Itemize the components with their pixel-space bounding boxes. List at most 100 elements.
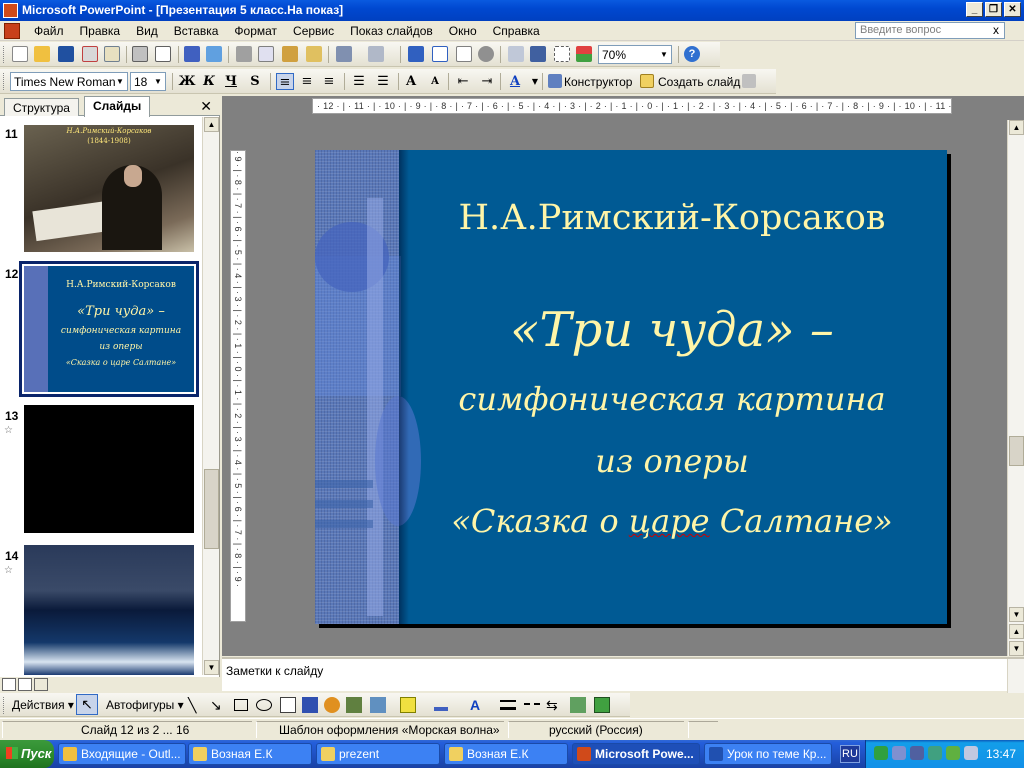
- slide-title[interactable]: Н.А.Римский-Корсаков: [415, 198, 929, 238]
- taskbar-item-word[interactable]: Урок по теме Кр...: [704, 743, 832, 765]
- language-status[interactable]: русский (Россия): [508, 721, 684, 738]
- taskbar-item-outlook[interactable]: Входящие - Outl...: [58, 743, 186, 765]
- slide-text-line[interactable]: симфоническая картина: [415, 380, 929, 418]
- thumbnail-scrollbar[interactable]: ▲ ▼: [202, 117, 219, 675]
- underline-button[interactable]: Ч: [222, 73, 240, 90]
- color-grayscale-icon[interactable]: [576, 46, 592, 62]
- shadow-style-icon[interactable]: [570, 697, 586, 713]
- animation-star-icon[interactable]: ☆: [4, 565, 13, 576]
- 3d-style-icon[interactable]: [594, 697, 610, 713]
- slide-thumbnail-13[interactable]: [24, 405, 194, 533]
- increase-font-button[interactable]: A: [402, 73, 420, 90]
- align-right-button[interactable]: ≡: [320, 73, 338, 90]
- redo-icon[interactable]: [368, 46, 384, 62]
- line-icon[interactable]: ╲: [188, 697, 204, 713]
- thumbnail-list[interactable]: 11 Н.А.Римский-Корсаков (1844-1908) 12 Н…: [0, 117, 202, 675]
- dash-style-icon[interactable]: [524, 703, 540, 711]
- save-icon[interactable]: [58, 46, 74, 62]
- next-slide-icon[interactable]: ▼: [1009, 641, 1024, 656]
- close-document-button[interactable]: x: [993, 23, 999, 37]
- cut-icon[interactable]: [236, 46, 252, 62]
- toolbar-grip[interactable]: [3, 697, 6, 714]
- numbering-button[interactable]: ☰: [350, 73, 368, 90]
- oval-icon[interactable]: [256, 699, 272, 711]
- start-button[interactable]: Пуск: [0, 740, 54, 768]
- slideshow-view-icon[interactable]: [34, 678, 48, 691]
- increase-indent-button[interactable]: ⇥: [478, 73, 496, 90]
- italic-button[interactable]: К: [200, 73, 218, 90]
- align-left-button[interactable]: ≡: [276, 73, 294, 90]
- help-icon[interactable]: ?: [684, 46, 700, 62]
- scroll-up-arrow-icon[interactable]: ▲: [1009, 120, 1024, 135]
- diagram-icon[interactable]: [324, 697, 340, 713]
- zoom-select[interactable]: 70% ▼: [598, 45, 672, 64]
- notes-placeholder[interactable]: Заметки к слайду: [226, 664, 323, 678]
- copy-icon[interactable]: [258, 46, 274, 62]
- chevron-down-icon[interactable]: ▼: [152, 74, 164, 89]
- menu-window[interactable]: Окно: [441, 24, 485, 38]
- slide-scrollbar[interactable]: ▲ ▼ ▲ ▼: [1007, 120, 1024, 656]
- tray-icon[interactable]: [892, 746, 906, 760]
- permission-icon[interactable]: [82, 46, 98, 62]
- language-indicator[interactable]: RU: [840, 745, 860, 763]
- volume-icon[interactable]: [964, 746, 978, 760]
- tray-icon[interactable]: [874, 746, 888, 760]
- spelling-icon[interactable]: [184, 46, 200, 62]
- scroll-down-arrow-icon[interactable]: ▼: [1009, 607, 1024, 622]
- toolbar-grip[interactable]: [3, 46, 6, 63]
- actions-menu-button[interactable]: Действия ▾: [12, 698, 74, 712]
- scroll-thumb[interactable]: [204, 469, 219, 549]
- menu-slideshow[interactable]: Показ слайдов: [342, 24, 441, 38]
- scroll-down-arrow-icon[interactable]: ▼: [204, 660, 219, 675]
- line-color-icon[interactable]: [434, 707, 448, 711]
- slide-sorter-view-icon[interactable]: [18, 678, 32, 691]
- font-color-icon[interactable]: A: [470, 697, 486, 713]
- notes-scrollbar[interactable]: [1007, 659, 1024, 693]
- open-icon[interactable]: [34, 46, 50, 62]
- paste-icon[interactable]: [282, 46, 298, 62]
- text-box-icon[interactable]: [280, 697, 296, 713]
- design-template-status[interactable]: Шаблон оформления «Морская волна»: [256, 721, 504, 738]
- taskbar-item-folder[interactable]: Возная Е.К: [444, 743, 568, 765]
- close-pane-button[interactable]: ✕: [200, 98, 212, 115]
- clip-art-icon[interactable]: [346, 697, 362, 713]
- slide-text-line[interactable]: «Сказка о царе Салтане»: [415, 502, 929, 540]
- minimize-button[interactable]: _: [966, 2, 983, 17]
- slide-editing-area[interactable]: · 12 · | · 11 · | · 10 · | · 9 · | · 8 ·…: [222, 96, 1024, 656]
- slide-thumbnail-14[interactable]: [24, 545, 194, 675]
- tab-slides[interactable]: Слайды: [84, 96, 151, 117]
- powerpoint-app-icon[interactable]: [3, 3, 18, 18]
- scroll-thumb[interactable]: [1009, 436, 1024, 466]
- fill-color-icon[interactable]: [400, 697, 416, 713]
- ask-question-input[interactable]: Введите вопрос: [855, 22, 1005, 39]
- show-grid-icon[interactable]: [554, 46, 570, 62]
- insert-chart-icon[interactable]: [408, 46, 424, 62]
- print-preview-icon[interactable]: [155, 46, 171, 62]
- menu-help[interactable]: Справка: [485, 24, 548, 38]
- taskbar-item-folder[interactable]: prezent: [316, 743, 440, 765]
- line-spacing-icon[interactable]: [742, 74, 756, 88]
- undo-icon[interactable]: [336, 46, 352, 62]
- taskbar-item-powerpoint[interactable]: Microsoft Powe...: [572, 743, 700, 765]
- arrow-icon[interactable]: ↘: [210, 697, 226, 713]
- font-color-button[interactable]: A: [506, 73, 524, 90]
- previous-slide-icon[interactable]: ▲: [1009, 624, 1024, 639]
- slide-heading[interactable]: «Три чуда» –: [415, 302, 929, 358]
- new-slide-icon[interactable]: [640, 74, 654, 88]
- print-icon[interactable]: [132, 46, 148, 62]
- notes-pane[interactable]: Заметки к слайду: [222, 657, 1024, 693]
- design-icon[interactable]: [548, 74, 562, 88]
- rectangle-icon[interactable]: [234, 699, 248, 711]
- tab-outline[interactable]: Структура: [4, 98, 79, 116]
- wordart-icon[interactable]: [302, 697, 318, 713]
- menu-format[interactable]: Формат: [226, 24, 285, 38]
- align-center-button[interactable]: ≡: [298, 73, 316, 90]
- restore-button[interactable]: ❐: [985, 2, 1002, 17]
- menu-edit[interactable]: Правка: [72, 24, 129, 38]
- autoshapes-menu-button[interactable]: Автофигуры ▾: [106, 698, 184, 712]
- picture-icon[interactable]: [370, 697, 386, 713]
- animation-star-icon[interactable]: ☆: [4, 425, 13, 436]
- menu-tools[interactable]: Сервис: [285, 24, 342, 38]
- email-icon[interactable]: [104, 46, 120, 62]
- format-painter-icon[interactable]: [306, 46, 322, 62]
